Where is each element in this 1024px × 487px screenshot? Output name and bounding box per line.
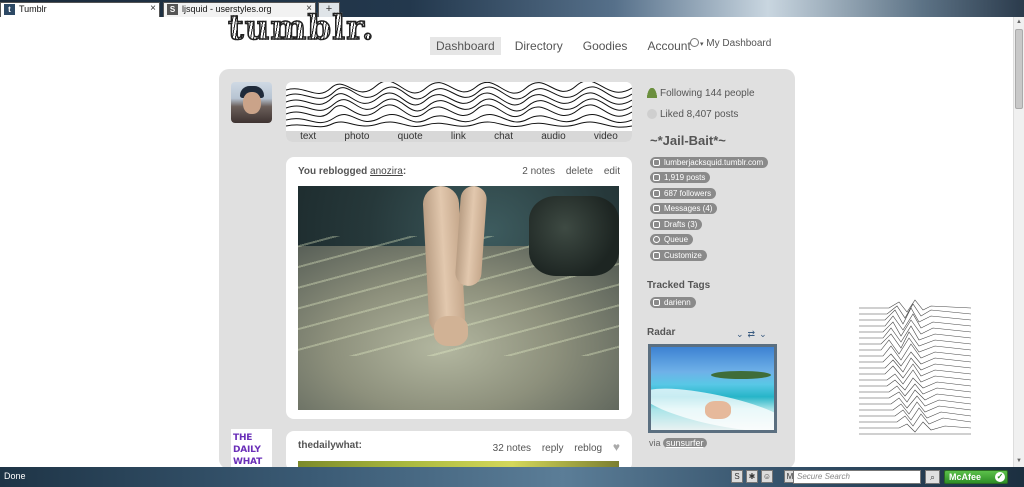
reblog-source-link[interactable]: anozira [370,166,403,177]
edit-button[interactable]: edit [604,166,620,177]
chevron-down-icon[interactable]: ⌄ [736,329,748,339]
customize-link[interactable]: Customize [650,250,707,261]
search-icon [690,38,699,47]
waveform-lines [859,299,972,435]
tab-tumblr[interactable]: t Tumblr × [0,2,160,17]
gear-icon[interactable]: ✱ [746,470,758,483]
messages-link[interactable]: Messages (4) [650,203,718,214]
main-nav: Dashboard Directory Goodies Account [430,37,705,55]
posts-count-link[interactable]: 1,919 posts [650,172,711,183]
post-type-links: text photo quote link chat audio video [286,131,632,142]
avatar-face [243,92,261,114]
post-actions: 2 notes delete edit [514,166,620,177]
tumblr-logo[interactable]: tumblr. [227,9,374,47]
post-author-link[interactable]: thedailywhat: [298,440,362,451]
extension-icon[interactable]: ☺ [761,470,773,483]
followers-link[interactable]: 687 followers [650,188,717,199]
liked-link[interactable]: Liked 8,407 posts [647,109,787,120]
search-icon[interactable]: ⌕ [925,470,940,484]
status-icons: S ✱ ☺ M [731,470,796,483]
tag-icon [653,299,660,306]
photo-foot [434,316,468,346]
tab-title: Tumblr [19,4,47,14]
scroll-up-arrow-icon[interactable]: ▲ [1015,18,1023,27]
following-link[interactable]: Following 144 people [647,88,787,99]
secure-search-input[interactable]: Secure Search [793,470,921,484]
heart-icon [647,109,657,119]
nav-account[interactable]: Account [641,37,696,55]
liked-count: Liked 8,407 posts [660,109,739,120]
post-type-chat[interactable]: chat [494,131,513,142]
thedailywhat-avatar[interactable]: THE DAILY WHAT [231,429,272,467]
stylish-icon[interactable]: S [731,470,743,483]
post-suffix: : [402,166,407,177]
post-type-text[interactable]: text [300,131,316,142]
dashboard-post: thedailywhat: 32 notes reply reblog ♥ [286,431,632,476]
drafts-link[interactable]: Drafts (3) [650,219,703,230]
envelope-icon [653,205,660,212]
post-type-audio[interactable]: audio [541,131,565,142]
browser-tab-bar: t Tumblr × S ljsquid - userstyles.org × … [0,0,1024,17]
radar-photo[interactable] [648,344,777,433]
following-count: Following 144 people [660,88,755,99]
check-icon: ✓ [995,472,1005,482]
radar-user-link[interactable]: sunsurfer [663,438,707,448]
radar-controls: ⌄⇄⌄ [736,329,771,340]
draft-icon [653,221,660,228]
status-text: Done [4,471,26,481]
external-link-icon [653,159,660,166]
user-avatar[interactable] [231,82,272,123]
chevron-down-icon[interactable]: ⌄ [759,329,771,339]
like-heart-icon[interactable]: ♥ [613,440,620,454]
chevron-down-icon: ▾ [700,41,704,48]
post-type-video[interactable]: video [594,131,618,142]
pulse-icon [653,190,660,197]
clock-icon [653,236,660,243]
post-prefix: You reblogged [298,166,371,177]
mcafee-button[interactable]: McAfee ✓ [944,470,1008,484]
notes-count[interactable]: 32 notes [493,443,531,454]
post-type-bar: text photo quote link chat audio video [286,82,632,142]
unknown-pleasures-banner [286,82,632,131]
post-actions: 32 notes reply reblog ♥ [485,440,620,454]
radar-island [711,371,771,379]
tumblr-favicon-icon: t [4,4,15,15]
close-tab-icon[interactable]: × [150,3,156,14]
radar-title: Radar [647,327,676,338]
post-type-photo[interactable]: photo [344,131,369,142]
post-photo[interactable] [298,186,619,410]
queue-link[interactable]: Queue [650,234,694,245]
reblog-icon[interactable]: ⇄ [748,329,760,339]
blog-name[interactable]: ~*Jail-Bait*~ [650,133,726,148]
scroll-down-arrow-icon[interactable]: ▼ [1015,457,1023,466]
search-label: My Dashboard [706,38,772,49]
post-type-quote[interactable]: quote [398,131,423,142]
tracked-tags-title: Tracked Tags [647,280,711,291]
notes-count[interactable]: 2 notes [522,166,555,177]
post-type-link[interactable]: link [451,131,466,142]
dashboard-search[interactable]: ▾ My Dashboard [690,38,771,49]
nav-dashboard[interactable]: Dashboard [430,37,501,55]
person-icon [647,88,657,98]
blog-url-link[interactable]: lumberjacksquid.tumblr.com [650,157,769,168]
document-icon [653,174,660,181]
scroll-thumb[interactable] [1015,29,1023,109]
radar-foot [705,401,731,419]
wrench-icon [653,252,660,259]
avatar-text: THE DAILY WHAT [233,433,263,467]
reply-button[interactable]: reply [542,443,564,454]
reblog-button[interactable]: reblog [574,443,602,454]
nav-directory[interactable]: Directory [509,37,569,55]
nav-goodies[interactable]: Goodies [577,37,634,55]
tracked-tag-darienn[interactable]: darienn [650,297,696,308]
delete-button[interactable]: delete [566,166,593,177]
dashboard-post: You reblogged anozira: 2 notes delete ed… [286,157,632,419]
unknown-pleasures-graphic [859,298,972,438]
photo-rocks [529,196,619,276]
page-scrollbar[interactable]: ▲ ▼ [1013,17,1024,467]
browser-status-bar: Done S ✱ ☺ M Secure Search ⌕ McAfee ✓ [0,467,1024,487]
radar-attribution: via sunsurfer [649,438,707,448]
userstyles-favicon-icon: S [167,4,178,15]
